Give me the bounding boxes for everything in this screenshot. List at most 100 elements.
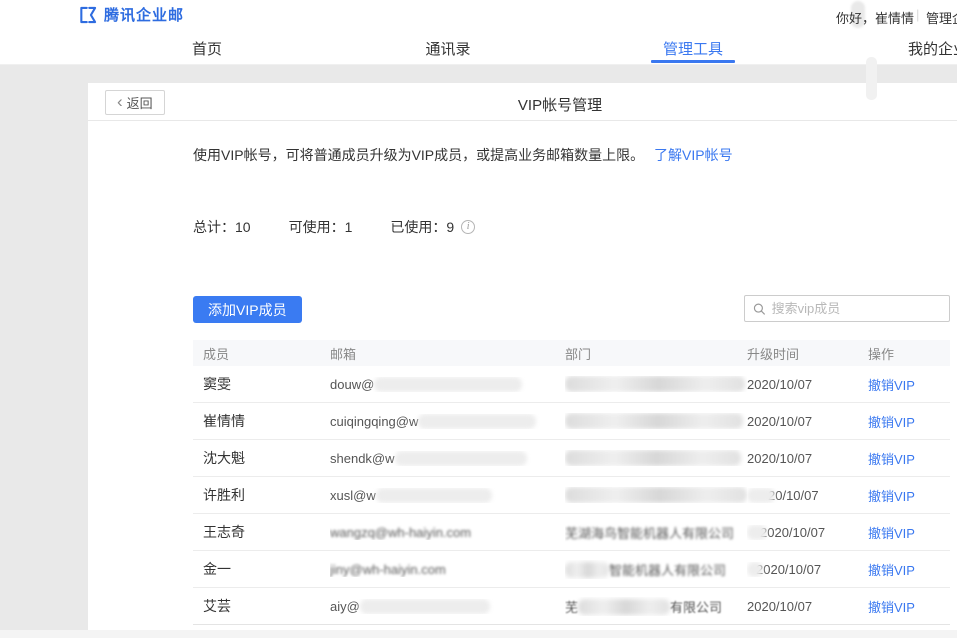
date-text: 2020/10/07 — [760, 525, 825, 540]
member-email: aiy@ — [330, 599, 565, 614]
main-nav: 首页 通讯录 管理工具 我的企业 — [0, 30, 957, 65]
member-email: shendk@w — [330, 451, 565, 466]
member-department — [565, 487, 747, 503]
vip-members-table: 成员 邮箱 部门 升级时间 操作 窦雯 douw@ 2020/10/07 撤销V… — [193, 340, 950, 625]
redacted-email — [418, 414, 536, 429]
horizontal-scrollbar-track[interactable] — [0, 630, 957, 638]
tab-contacts[interactable]: 通讯录 — [425, 38, 470, 59]
back-button-label: 返回 — [127, 93, 153, 112]
date-text: 2020/10/07 — [756, 562, 821, 577]
revoke-vip-link[interactable]: 撤销VIP — [868, 452, 915, 467]
email-text: shendk@w — [330, 451, 395, 466]
col-header-department: 部门 — [565, 344, 747, 363]
department-text-suffix: 有限公司 — [670, 600, 722, 615]
app-logo[interactable]: 腾讯企业邮 — [78, 4, 184, 25]
action-cell: 撤销VIP — [868, 560, 940, 579]
member-department: 芜湖海鸟智能机器人有限公司 — [565, 523, 747, 542]
email-text: douw@ — [330, 377, 374, 392]
department-text: 智能机器人有限公司 — [609, 563, 726, 578]
redacted-department — [565, 487, 747, 503]
search-box — [744, 295, 950, 322]
panel-header: ‹ 返回 VIP帐号管理 — [88, 83, 957, 121]
redacted-date — [747, 488, 775, 503]
col-header-member: 成员 — [193, 344, 330, 363]
col-header-action: 操作 — [868, 344, 940, 363]
tab-home[interactable]: 首页 — [192, 38, 222, 59]
redacted-department — [565, 413, 743, 429]
revoke-vip-link[interactable]: 撤销VIP — [868, 563, 915, 578]
email-text: cuiqingqing@w — [330, 414, 418, 429]
member-name: 窦雯 — [193, 374, 330, 394]
upgrade-date: 2020/10/07 — [747, 451, 868, 466]
page-title: VIP帐号管理 — [518, 94, 602, 115]
admin-console-link[interactable]: 管理企 — [926, 8, 957, 27]
vip-description: 使用VIP帐号，可将普通成员升级为VIP成员，或提高业务邮箱数量上限。 了解VI… — [193, 145, 733, 165]
table-header-row: 成员 邮箱 部门 升级时间 操作 — [193, 340, 950, 366]
stat-available-value: 1 — [345, 219, 353, 235]
member-email: jiny@wh-haiyin.com — [330, 562, 565, 577]
action-cell: 撤销VIP — [868, 523, 940, 542]
revoke-vip-link[interactable]: 撤销VIP — [868, 489, 915, 504]
redacted-email — [360, 599, 490, 614]
topbar: 腾讯企业邮 你好，崔情情 | 管理企 — [0, 0, 957, 30]
redacted-email — [376, 488, 492, 503]
member-department — [565, 413, 747, 429]
upgrade-date: 2020/10/07 — [747, 562, 868, 577]
upgrade-date: 2020/10/07 — [747, 599, 868, 614]
action-cell: 撤销VIP — [868, 412, 940, 431]
member-email: cuiqingqing@w — [330, 414, 565, 429]
user-greeting: 你好，崔情情 — [836, 8, 914, 27]
member-name: 沈大魁 — [193, 448, 330, 468]
back-button[interactable]: ‹ 返回 — [105, 90, 165, 115]
stat-total-value: 10 — [235, 219, 251, 235]
member-name: 许胜利 — [193, 485, 330, 505]
member-department: 芜 有限公司 — [565, 597, 747, 616]
description-text: 使用VIP帐号，可将普通成员升级为VIP成员，或提高业务邮箱数量上限。 — [193, 147, 644, 163]
exmail-logo-icon — [78, 5, 98, 25]
stat-used: 已使用： 9 i — [390, 217, 475, 237]
redacted-department — [565, 376, 745, 392]
tab-admin-tools[interactable]: 管理工具 — [663, 38, 723, 59]
stat-total-label: 总计： — [193, 217, 235, 237]
chevron-left-icon: ‹ — [117, 93, 123, 110]
stat-available-label: 可使用： — [289, 217, 345, 237]
table-row: 王志奇 wangzq@wh-haiyin.com 芜湖海鸟智能机器人有限公司 2… — [193, 514, 950, 551]
redacted-date — [747, 525, 767, 540]
member-department — [565, 450, 747, 466]
member-name: 崔情情 — [193, 411, 330, 431]
learn-vip-link[interactable]: 了解VIP帐号 — [654, 147, 733, 163]
vip-management-panel: ‹ 返回 VIP帐号管理 使用VIP帐号，可将普通成员升级为VIP成员，或提高业… — [88, 83, 957, 630]
revoke-vip-link[interactable]: 撤销VIP — [868, 526, 915, 541]
info-icon[interactable]: i — [461, 220, 475, 234]
upgrade-date: 20/10/07 — [747, 488, 868, 503]
redacted-email — [395, 451, 527, 466]
member-name: 艾芸 — [193, 596, 330, 616]
revoke-vip-link[interactable]: 撤销VIP — [868, 378, 915, 393]
table-row: 崔情情 cuiqingqing@w 2020/10/07 撤销VIP — [193, 403, 950, 440]
tab-my-company[interactable]: 我的企业 — [908, 38, 957, 59]
search-input[interactable] — [772, 301, 941, 316]
upgrade-date: 2020/10/07 — [747, 525, 868, 540]
member-name: 王志奇 — [193, 522, 330, 542]
email-text: xusl@w — [330, 488, 376, 503]
table-row: 沈大魁 shendk@w 2020/10/07 撤销VIP — [193, 440, 950, 477]
redacted-email — [374, 377, 522, 392]
vip-stats: 总计： 10 可使用： 1 已使用： 9 i — [193, 217, 513, 237]
stat-used-label: 已使用： — [390, 217, 446, 237]
member-name: 金一 — [193, 559, 330, 579]
table-row: 艾芸 aiy@ 芜 有限公司 2020/10/07 撤销VIP — [193, 588, 950, 625]
department-text-prefix: 芜 — [565, 600, 578, 615]
vertical-scrollbar-thumb[interactable] — [866, 57, 877, 100]
stat-used-value: 9 — [446, 219, 454, 235]
add-vip-member-button[interactable]: 添加VIP成员 — [193, 296, 302, 323]
revoke-vip-link[interactable]: 撤销VIP — [868, 415, 915, 430]
member-email: xusl@w — [330, 488, 565, 503]
revoke-vip-link[interactable]: 撤销VIP — [868, 600, 915, 615]
email-text: wangzq@wh-haiyin.com — [330, 525, 471, 540]
action-cell: 撤销VIP — [868, 597, 940, 616]
search-icon — [753, 302, 766, 316]
redacted-department — [565, 562, 609, 578]
upgrade-date: 2020/10/07 — [747, 377, 868, 392]
email-text: jiny@wh-haiyin.com — [330, 562, 446, 577]
date-text: 20/10/07 — [768, 488, 819, 503]
